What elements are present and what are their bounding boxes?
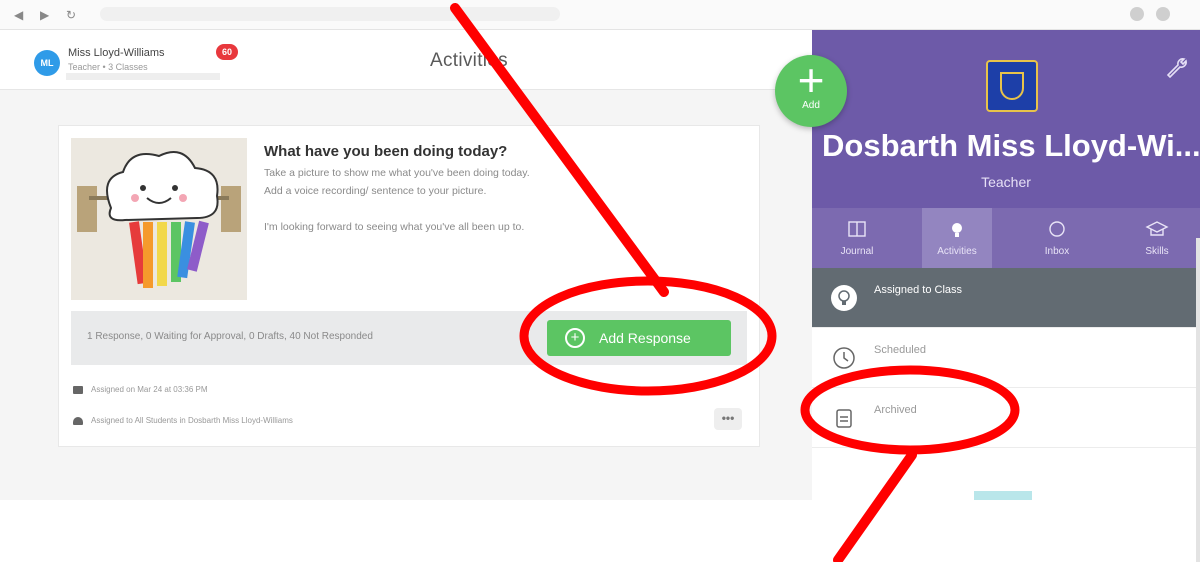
class-name: Dosbarth Miss Lloyd-Wi... xyxy=(822,128,1200,163)
activity-description-line: Add a voice recording/ sentence to your … xyxy=(264,185,487,197)
extension-icon[interactable] xyxy=(1130,7,1144,21)
screenshot: ◀ ▶ ↻ ML Miss Lloyd-Williams Teacher • 3… xyxy=(0,0,1200,562)
notification-badge[interactable]: 60 xyxy=(216,44,238,60)
class-role: Teacher xyxy=(981,174,1031,190)
tab-label: Journal xyxy=(840,246,874,257)
response-summary[interactable]: 1 Response, 0 Waiting for Approval, 0 Dr… xyxy=(87,331,373,342)
activity-description-line: I'm looking forward to seeing what you'v… xyxy=(264,221,525,233)
tab-label: Inbox xyxy=(1044,246,1070,257)
class-panel: Dosbarth Miss Lloyd-Wi... Teacher Journa… xyxy=(812,30,1200,562)
inbox-icon xyxy=(1049,221,1065,237)
activity-description-line: Take a picture to show me what you've be… xyxy=(264,167,530,179)
people-icon xyxy=(73,417,83,425)
tab-journal[interactable]: Journal xyxy=(822,208,892,268)
scrollbar[interactable] xyxy=(1196,238,1200,562)
assigned-on-text: Assigned on Mar 24 at 03:36 PM xyxy=(91,385,208,394)
more-options-button[interactable]: ••• xyxy=(714,408,742,430)
lightbulb-icon xyxy=(952,223,962,237)
add-response-label: Add Response xyxy=(599,330,691,346)
panel-tabs: Journal Activities Inbox Skills xyxy=(812,208,1200,268)
filter-assigned-to-class[interactable]: Assigned to Class xyxy=(812,268,1200,328)
class-header: Dosbarth Miss Lloyd-Wi... Teacher xyxy=(812,30,1200,208)
page-title: Activities xyxy=(430,50,508,71)
browser-toolbar: ◀ ▶ ↻ xyxy=(0,0,1200,30)
tab-label: Activities xyxy=(937,246,977,257)
clock-icon xyxy=(833,347,855,369)
wrench-icon[interactable] xyxy=(1164,56,1188,80)
filter-scheduled[interactable]: Scheduled xyxy=(812,328,1200,388)
top-bar: ML Miss Lloyd-Williams Teacher • 3 Class… xyxy=(0,30,812,90)
graduation-cap-icon xyxy=(1145,221,1169,236)
filter-label: Assigned to Class xyxy=(874,284,963,296)
filter-label: Archived xyxy=(874,404,917,416)
school-crest-icon xyxy=(986,60,1038,112)
lightbulb-icon xyxy=(831,285,857,311)
activity-title[interactable]: What have you been doing today? xyxy=(264,143,507,160)
tab-skills[interactable]: Skills xyxy=(1122,208,1192,268)
rainbow-cloud-craft-image xyxy=(71,138,247,300)
loading-placeholder xyxy=(974,491,1032,500)
main-area: ML Miss Lloyd-Williams Teacher • 3 Class… xyxy=(0,30,812,500)
user-menu-highlight xyxy=(66,73,220,80)
filter-label: Scheduled xyxy=(874,344,926,356)
response-summary-bar: 1 Response, 0 Waiting for Approval, 0 Dr… xyxy=(71,311,747,365)
user-name[interactable]: Miss Lloyd-Williams xyxy=(68,47,165,59)
assigned-to-text: Assigned to All Students in Dosbarth Mis… xyxy=(91,416,293,425)
tab-label: Skills xyxy=(1145,246,1169,257)
avatar[interactable]: ML xyxy=(34,50,60,76)
address-bar[interactable] xyxy=(100,7,560,21)
user-subtitle: Teacher • 3 Classes xyxy=(68,62,148,72)
plus-icon: + xyxy=(797,54,825,106)
tab-inbox[interactable]: Inbox xyxy=(1022,208,1092,268)
plus-circle-icon: + xyxy=(565,328,585,348)
activity-card: What have you been doing today? Take a p… xyxy=(58,125,760,447)
activity-image[interactable] xyxy=(71,138,247,300)
add-fab-label: Add xyxy=(802,100,820,111)
add-fab-button[interactable]: + Add xyxy=(775,55,847,127)
calendar-icon xyxy=(73,386,83,394)
profile-icon[interactable] xyxy=(1156,7,1170,21)
back-icon[interactable]: ◀ xyxy=(14,8,23,22)
forward-icon[interactable]: ▶ xyxy=(40,8,49,22)
filter-archived[interactable]: Archived xyxy=(812,388,1200,448)
archive-icon xyxy=(836,409,852,428)
add-response-button[interactable]: + Add Response xyxy=(547,320,731,356)
book-icon xyxy=(848,221,866,237)
reload-icon[interactable]: ↻ xyxy=(66,8,76,22)
tab-activities[interactable]: Activities xyxy=(922,208,992,268)
